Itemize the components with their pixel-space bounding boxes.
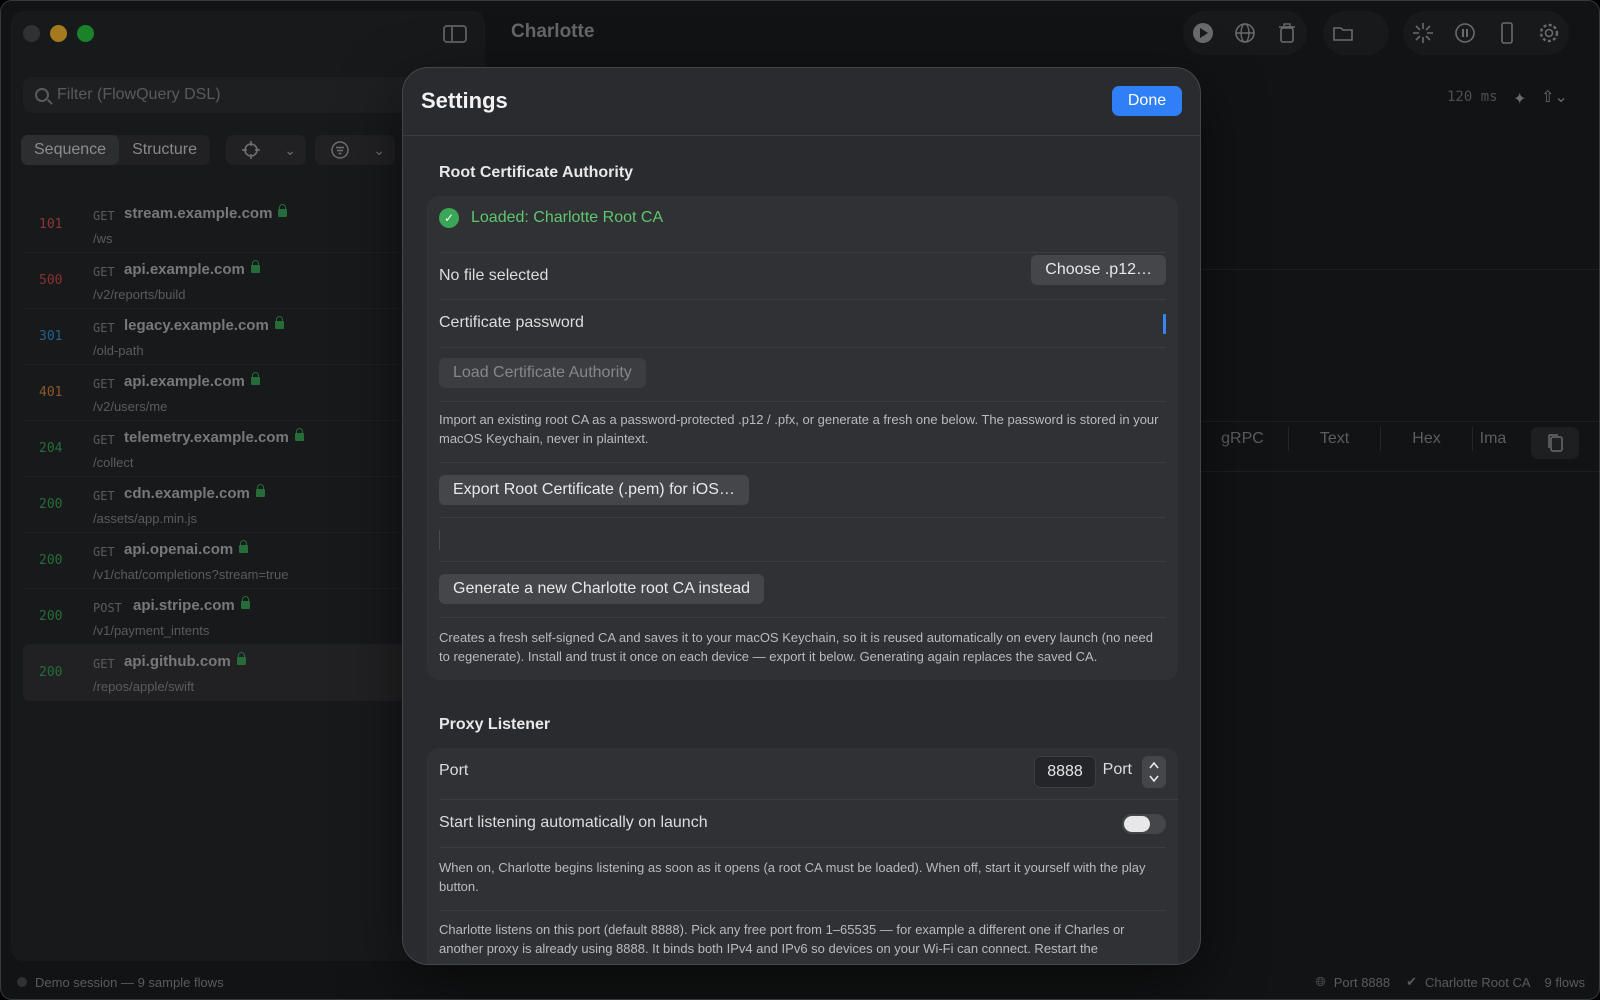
import-help-text: Import an existing root CA as a password… <box>439 412 1159 446</box>
file-row: No file selected Choose .p12… <box>439 252 1166 300</box>
stepper-arrows-icon <box>1149 761 1159 783</box>
divider <box>439 910 1166 911</box>
text-cursor <box>1163 314 1166 334</box>
autostart-row: Start listening automatically on launch <box>439 800 1166 848</box>
port-input[interactable]: 8888 <box>1034 756 1096 788</box>
choose-p12-button[interactable]: Choose .p12… <box>1031 255 1166 285</box>
autostart-label: Start listening automatically on launch <box>439 814 708 831</box>
settings-header: Settings Done <box>403 68 1200 136</box>
root-ca-card: ✓ Loaded: Charlotte Root CA No file sele… <box>427 196 1178 680</box>
empty-row <box>439 518 1166 562</box>
port-help-text: Charlotte listens on this port (default … <box>439 922 1125 956</box>
verified-check-icon: ✓ <box>439 208 459 228</box>
ca-loaded-status: ✓ Loaded: Charlotte Root CA <box>439 208 663 228</box>
generate-ca-button[interactable]: Generate a new Charlotte root CA instead <box>439 574 765 604</box>
root-ca-section-title: Root Certificate Authority <box>439 164 634 181</box>
load-ca-row: Load Certificate Authority <box>439 348 1166 402</box>
generate-help-text: Creates a fresh self-signed CA and saves… <box>439 630 1153 664</box>
password-label: Certificate password <box>439 314 584 331</box>
load-ca-button[interactable]: Load Certificate Authority <box>439 358 646 388</box>
password-row[interactable]: Certificate password <box>439 300 1166 348</box>
ca-loaded-label: Loaded: Charlotte Root CA <box>471 209 664 226</box>
port-unit-label: Port <box>1102 761 1132 778</box>
settings-sheet: Settings Done Root Certificate Authority… <box>402 67 1201 965</box>
done-button[interactable]: Done <box>1112 86 1182 116</box>
file-label: No file selected <box>439 267 549 284</box>
autostart-help-text: When on, Charlotte begins listening as s… <box>439 860 1146 894</box>
export-pem-button[interactable]: Export Root Certificate (.pem) for iOS… <box>439 475 749 505</box>
proxy-card: Port 8888 Port Start listening automatic… <box>427 748 1178 964</box>
separator <box>439 530 440 550</box>
settings-title: Settings <box>421 88 508 113</box>
port-stepper[interactable] <box>1142 756 1166 788</box>
port-label: Port <box>439 762 469 779</box>
generate-row: Generate a new Charlotte root CA instead <box>439 562 1166 618</box>
autostart-toggle[interactable] <box>1122 814 1166 834</box>
export-row: Export Root Certificate (.pem) for iOS… <box>439 462 1166 518</box>
port-row: Port 8888 Port <box>439 748 1178 800</box>
app-window: Sequence Structure ⌄ ⌄ 101 GET stream.ex… <box>0 0 1600 1000</box>
proxy-section-title: Proxy Listener <box>439 716 551 733</box>
